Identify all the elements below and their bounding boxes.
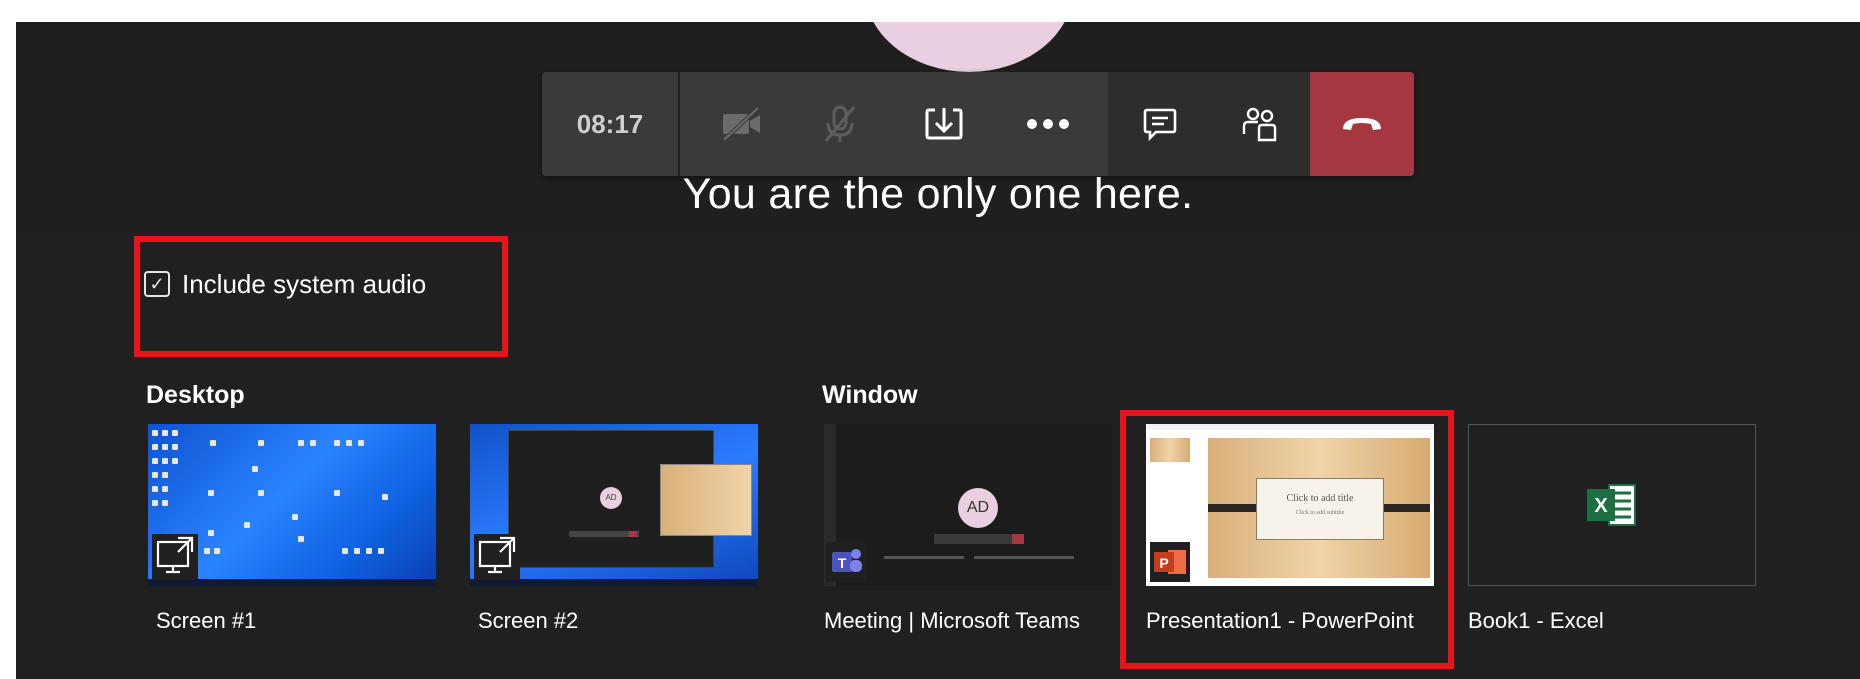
call-timer: 08:17 bbox=[542, 72, 678, 176]
participant-avatar bbox=[864, 22, 1074, 72]
screen-1-label: Screen #1 bbox=[156, 608, 257, 633]
screen-share-badge bbox=[474, 534, 520, 580]
checkbox-checked-icon[interactable]: ✓ bbox=[144, 271, 170, 297]
teams-icon: T bbox=[826, 542, 866, 582]
desktop-tile-screen-1[interactable]: Screen #1 bbox=[148, 424, 436, 633]
powerpoint-thumbnail: Click to add title Click to add subtitle… bbox=[1146, 424, 1434, 586]
include-system-audio-label: Include system audio bbox=[182, 268, 427, 299]
hang-up-button[interactable] bbox=[1310, 72, 1414, 176]
screen-2-label: Screen #2 bbox=[478, 608, 579, 633]
slide-placeholder: Click to add title Click to add subtitle bbox=[1256, 478, 1384, 540]
teams-window-label: Meeting | Microsoft Teams bbox=[824, 608, 1080, 633]
svg-text:P: P bbox=[1159, 555, 1168, 571]
status-message: You are the only one here. bbox=[682, 170, 1194, 218]
include-system-audio-toggle[interactable]: ✓ Include system audio bbox=[144, 264, 426, 304]
excel-thumbnail: X bbox=[1468, 424, 1756, 586]
preview-avatar: AD bbox=[600, 487, 622, 509]
teams-thumbnail: AD T bbox=[824, 424, 1112, 586]
mic-off-icon bbox=[824, 105, 856, 142]
video-off-icon bbox=[722, 106, 760, 142]
call-control-bar: 08:17 bbox=[542, 72, 1414, 176]
powerpoint-icon: P bbox=[1150, 542, 1190, 582]
screen-1-thumbnail bbox=[148, 424, 436, 586]
teams-preview-avatar: AD bbox=[958, 488, 998, 528]
more-options-icon bbox=[1027, 119, 1069, 129]
window-tile-teams[interactable]: AD T Meeting | Microsoft Teams bbox=[824, 424, 1112, 633]
video-area: 08:17 You are the only one here. bbox=[16, 22, 1860, 234]
screen-share-icon bbox=[478, 536, 516, 574]
screen-2-thumbnail: AD bbox=[470, 424, 758, 586]
slide-title-placeholder: Click to add title bbox=[1286, 493, 1354, 504]
slide-subtitle-placeholder: Click to add subtitle bbox=[1295, 510, 1345, 516]
desktop-section-title: Desktop bbox=[146, 381, 245, 409]
powerpoint-window-label: Presentation1 - PowerPoint bbox=[1146, 608, 1414, 633]
chat-icon bbox=[1143, 108, 1177, 142]
window-section-title: Window bbox=[822, 381, 918, 409]
share-tray-icon bbox=[925, 108, 963, 140]
excel-icon: X bbox=[1587, 484, 1636, 526]
window-tile-powerpoint[interactable]: Click to add title Click to add subtitle… bbox=[1146, 424, 1434, 633]
mic-toggle-button[interactable] bbox=[788, 72, 892, 176]
share-tray-button[interactable] bbox=[892, 72, 996, 176]
control-group bbox=[680, 72, 1108, 176]
chat-button[interactable] bbox=[1108, 72, 1212, 176]
participants-icon bbox=[1242, 107, 1277, 142]
window-tile-excel[interactable]: X Book1 - Excel bbox=[1468, 424, 1756, 633]
svg-text:X: X bbox=[1594, 495, 1608, 517]
svg-text:T: T bbox=[838, 555, 847, 571]
more-options-button[interactable] bbox=[996, 72, 1100, 176]
screen-share-icon bbox=[156, 536, 194, 574]
participants-button[interactable] bbox=[1208, 72, 1312, 176]
screen-share-badge bbox=[152, 534, 198, 580]
camera-toggle-button[interactable] bbox=[690, 72, 794, 176]
excel-window-label: Book1 - Excel bbox=[1468, 608, 1604, 633]
desktop-tile-screen-2[interactable]: AD Screen #2 bbox=[470, 424, 758, 633]
hang-up-icon bbox=[1343, 118, 1381, 130]
